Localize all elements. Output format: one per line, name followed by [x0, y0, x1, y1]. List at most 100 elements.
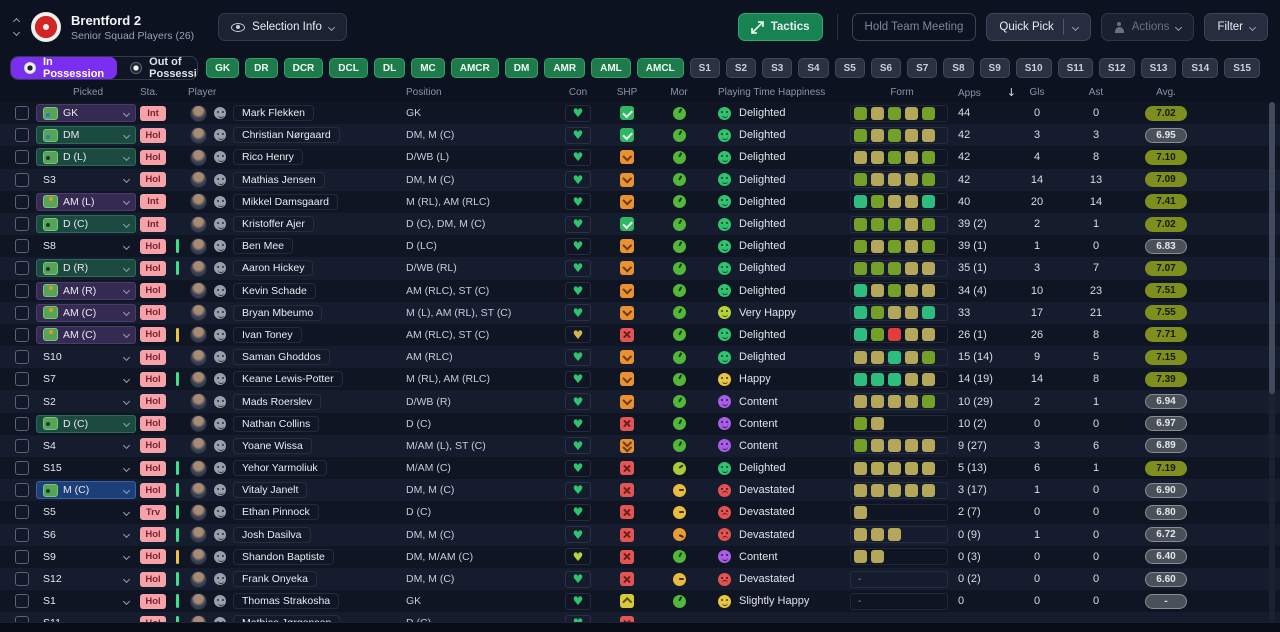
profile-face-icon[interactable] [214, 528, 226, 541]
picked-select[interactable]: S5 [36, 503, 136, 521]
sub-slot-s12[interactable]: S12 [1098, 58, 1135, 78]
picked-select[interactable]: AM (C) [36, 303, 136, 322]
filter-button[interactable]: Filter [1204, 13, 1268, 41]
sub-slot-s10[interactable]: S10 [1015, 58, 1052, 78]
profile-face-icon[interactable] [214, 240, 226, 253]
actions-button[interactable]: Actions [1100, 13, 1195, 41]
chevron-down-icon[interactable] [1071, 23, 1079, 31]
picked-select[interactable]: S7 [36, 370, 136, 388]
sub-slot-s14[interactable]: S14 [1182, 58, 1219, 78]
row-checkbox[interactable] [15, 350, 29, 365]
col-con[interactable]: Con [569, 87, 587, 98]
position-filter-amcl[interactable]: AMCL [636, 58, 684, 78]
row-checkbox[interactable] [15, 261, 29, 276]
row-checkbox[interactable] [15, 394, 29, 409]
player-name[interactable]: Kevin Schade [233, 282, 316, 299]
row-checkbox[interactable] [15, 128, 29, 143]
col-playing-time-happiness[interactable]: Playing Time Happiness [704, 87, 850, 98]
row-checkbox[interactable] [15, 327, 29, 342]
profile-face-icon[interactable] [214, 151, 226, 164]
profile-face-icon[interactable] [214, 395, 226, 408]
player-name[interactable]: Frank Onyeka [233, 571, 317, 588]
player-name[interactable]: Mathias Jensen [233, 171, 325, 188]
scrollbar-thumb[interactable] [1269, 102, 1275, 394]
col-player[interactable]: Player [184, 87, 406, 98]
position-filter-dcl[interactable]: DCL [329, 58, 368, 78]
profile-face-icon[interactable] [214, 373, 226, 386]
sub-slot-s11[interactable]: S11 [1057, 58, 1093, 78]
player-name[interactable]: Thomas Strakosha [233, 593, 340, 610]
quick-pick-button[interactable]: Quick Pick [986, 13, 1091, 41]
picked-select[interactable]: D (C) [36, 215, 136, 234]
col-position[interactable]: Position [406, 87, 556, 98]
sub-slot-s6[interactable]: S6 [870, 58, 902, 78]
col-mor[interactable]: Mor [670, 87, 687, 98]
picked-select[interactable]: M (C) [36, 481, 136, 500]
player-name[interactable]: Yehor Yarmoliuk [233, 460, 327, 477]
row-checkbox[interactable] [15, 172, 29, 187]
team-switcher[interactable] [12, 17, 21, 37]
row-checkbox[interactable] [15, 283, 29, 298]
player-name[interactable]: Saman Ghoddos [233, 349, 330, 366]
position-filter-mc[interactable]: MC [411, 58, 445, 78]
player-name[interactable]: Ben Mee [233, 238, 294, 255]
sub-slot-s1[interactable]: S1 [689, 58, 720, 78]
picked-select[interactable]: S9 [36, 548, 136, 566]
row-checkbox[interactable] [15, 217, 29, 232]
player-name[interactable]: Aaron Hickey [233, 260, 314, 277]
profile-face-icon[interactable] [214, 351, 226, 364]
row-checkbox[interactable] [15, 483, 29, 498]
profile-face-icon[interactable] [214, 306, 226, 319]
row-checkbox[interactable] [15, 305, 29, 320]
row-checkbox[interactable] [15, 416, 29, 431]
row-checkbox[interactable] [15, 372, 29, 387]
sub-slot-s5[interactable]: S5 [834, 58, 865, 78]
player-name[interactable]: Nathan Collins [233, 415, 320, 432]
row-checkbox[interactable] [15, 572, 29, 587]
picked-select[interactable]: S8 [36, 237, 136, 255]
picked-select[interactable]: DM [36, 126, 136, 145]
col-picked[interactable]: Picked [73, 87, 103, 98]
profile-face-icon[interactable] [214, 262, 226, 275]
profile-face-icon[interactable] [214, 284, 226, 297]
picked-select[interactable]: AM (L) [36, 192, 136, 211]
picked-select[interactable]: S10 [36, 348, 136, 366]
profile-face-icon[interactable] [214, 550, 226, 563]
row-checkbox[interactable] [15, 549, 29, 564]
col-ast[interactable]: Ast [1089, 87, 1103, 98]
profile-face-icon[interactable] [214, 484, 226, 497]
col-form[interactable]: Form [890, 87, 913, 98]
col-gls[interactable]: Gls [1030, 87, 1045, 98]
position-filter-dl[interactable]: DL [373, 58, 406, 78]
row-checkbox[interactable] [15, 438, 29, 453]
position-filter-dcr[interactable]: DCR [283, 58, 324, 78]
player-name[interactable]: Vitaly Janelt [233, 482, 308, 499]
selection-info-dropdown[interactable]: Selection Info [218, 13, 347, 41]
player-name[interactable]: Rico Henry [233, 149, 303, 166]
sub-slot-s13[interactable]: S13 [1140, 58, 1177, 78]
profile-face-icon[interactable] [214, 173, 226, 186]
picked-select[interactable]: S15 [36, 459, 136, 477]
sub-slot-s3[interactable]: S3 [762, 58, 793, 78]
picked-select[interactable]: S4 [36, 437, 136, 455]
picked-select[interactable]: S12 [36, 570, 136, 588]
player-name[interactable]: Keane Lewis-Potter [233, 371, 343, 388]
profile-face-icon[interactable] [214, 595, 226, 608]
position-filter-gk[interactable]: GK [206, 58, 240, 78]
hold-team-meeting-button[interactable]: Hold Team Meeting [851, 13, 977, 41]
chevron-up-icon[interactable] [12, 17, 21, 26]
player-name[interactable]: Bryan Mbeumo [233, 304, 323, 321]
picked-select[interactable]: S1 [36, 592, 136, 610]
picked-select[interactable]: D (L) [36, 148, 136, 167]
picked-select[interactable]: S3 [36, 171, 136, 189]
picked-select[interactable]: D (R) [36, 259, 136, 278]
sub-slot-s4[interactable]: S4 [798, 58, 829, 78]
row-checkbox[interactable] [15, 194, 29, 209]
tab-in-possession[interactable]: In Possession [11, 57, 118, 79]
player-name[interactable]: Ivan Toney [233, 326, 302, 343]
profile-face-icon[interactable] [214, 107, 226, 120]
picked-select[interactable]: AM (C) [36, 325, 136, 344]
player-name[interactable]: Ethan Pinnock [233, 504, 319, 521]
player-name[interactable]: Mikkel Damsgaard [233, 193, 338, 210]
profile-face-icon[interactable] [214, 573, 226, 586]
